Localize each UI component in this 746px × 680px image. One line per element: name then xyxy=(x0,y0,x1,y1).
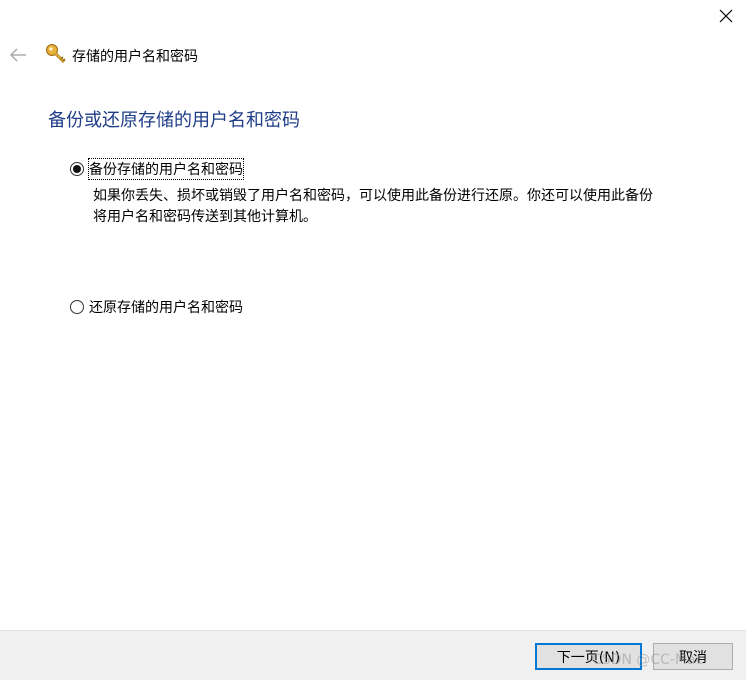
wizard-header: 存储的用户名和密码 xyxy=(0,38,746,72)
back-button[interactable] xyxy=(6,44,30,66)
page-heading: 备份或还原存储的用户名和密码 xyxy=(48,110,300,131)
wizard-title: 存储的用户名和密码 xyxy=(72,49,198,65)
backup-description-line-2: 将用户名和密码传送到其他计算机。 xyxy=(93,209,317,225)
cancel-button[interactable]: 取消 xyxy=(653,643,733,670)
close-icon xyxy=(719,9,733,23)
restore-radio[interactable] xyxy=(70,300,84,314)
wizard-window: 存储的用户名和密码 备份或还原存储的用户名和密码 备份存储的用户名和密码 如果你… xyxy=(0,0,746,680)
backup-description-line-1: 如果你丢失、损坏或销毁了用户名和密码，可以使用此备份进行还原。你还可以使用此备份 xyxy=(93,188,653,204)
backup-option-label[interactable]: 备份存储的用户名和密码 xyxy=(88,158,244,180)
backup-option-description: 如果你丢失、损坏或销毁了用户名和密码，可以使用此备份进行还原。你还可以使用此备份… xyxy=(93,186,713,228)
close-button[interactable] xyxy=(709,0,743,32)
wizard-footer: 下一页(N) 取消 xyxy=(0,630,746,680)
restore-option-label[interactable]: 还原存储的用户名和密码 xyxy=(89,297,243,317)
restore-option[interactable]: 还原存储的用户名和密码 xyxy=(70,297,243,317)
next-button[interactable]: 下一页(N) xyxy=(535,643,642,670)
key-icon xyxy=(46,44,66,64)
backup-option[interactable]: 备份存储的用户名和密码 xyxy=(70,158,244,180)
back-arrow-icon xyxy=(10,48,26,62)
backup-radio[interactable] xyxy=(70,162,84,176)
